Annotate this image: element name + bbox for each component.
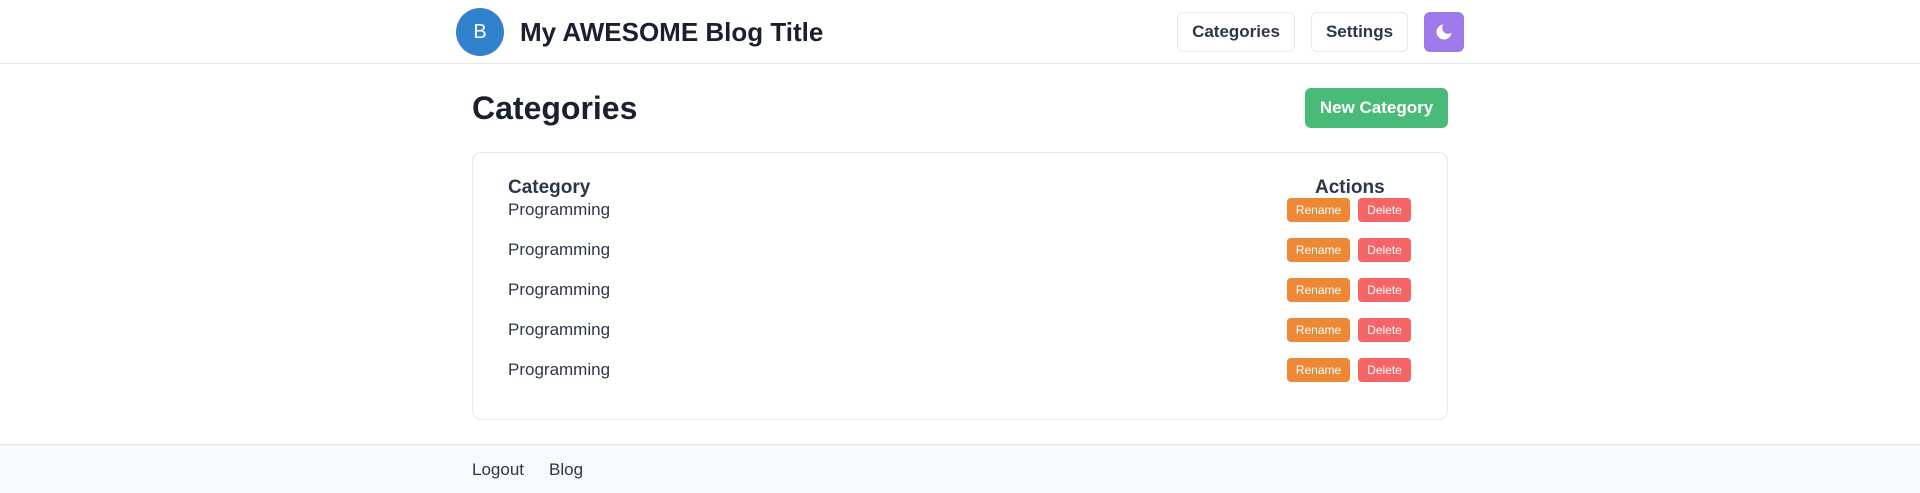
table-row: Programming Rename Delete (473, 270, 1447, 310)
theme-toggle-button[interactable] (1424, 12, 1464, 52)
avatar[interactable]: B (456, 8, 504, 56)
category-name: Programming (508, 240, 611, 259)
categories-table: Category Actions Programming Rename Delete… (472, 152, 1448, 420)
blog-link[interactable]: Blog (549, 458, 583, 482)
delete-button[interactable]: Delete (1358, 318, 1411, 342)
delete-button[interactable]: Delete (1358, 198, 1411, 222)
rename-button[interactable]: Rename (1287, 238, 1350, 262)
table-row: Programming Rename Delete (473, 310, 1447, 350)
rename-button[interactable]: Rename (1287, 358, 1350, 382)
delete-button[interactable]: Delete (1358, 358, 1411, 382)
logout-link[interactable]: Logout (472, 458, 524, 482)
category-name: Programming (508, 280, 611, 299)
nav-categories-button[interactable]: Categories (1177, 12, 1295, 52)
footer: Logout Blog (0, 444, 1920, 493)
site-title[interactable]: My AWESOME Blog Title (520, 14, 823, 50)
moon-icon (1436, 24, 1452, 40)
table-row: Programming Rename Delete (473, 190, 1447, 230)
page-title: Categories (472, 90, 638, 126)
top-header: B My AWESOME Blog Title Categories Setti… (0, 0, 1920, 64)
delete-button[interactable]: Delete (1358, 278, 1411, 302)
delete-button[interactable]: Delete (1358, 238, 1411, 262)
rename-button[interactable]: Rename (1287, 198, 1350, 222)
rename-button[interactable]: Rename (1287, 318, 1350, 342)
nav-settings-button[interactable]: Settings (1311, 12, 1408, 52)
table-row: Programming Rename Delete (473, 230, 1447, 270)
category-name: Programming (508, 320, 611, 339)
category-name: Programming (508, 200, 611, 219)
rename-button[interactable]: Rename (1287, 278, 1350, 302)
table-row: Programming Rename Delete (473, 350, 1447, 390)
new-category-button[interactable]: New Category (1305, 88, 1448, 128)
category-name: Programming (508, 360, 611, 379)
